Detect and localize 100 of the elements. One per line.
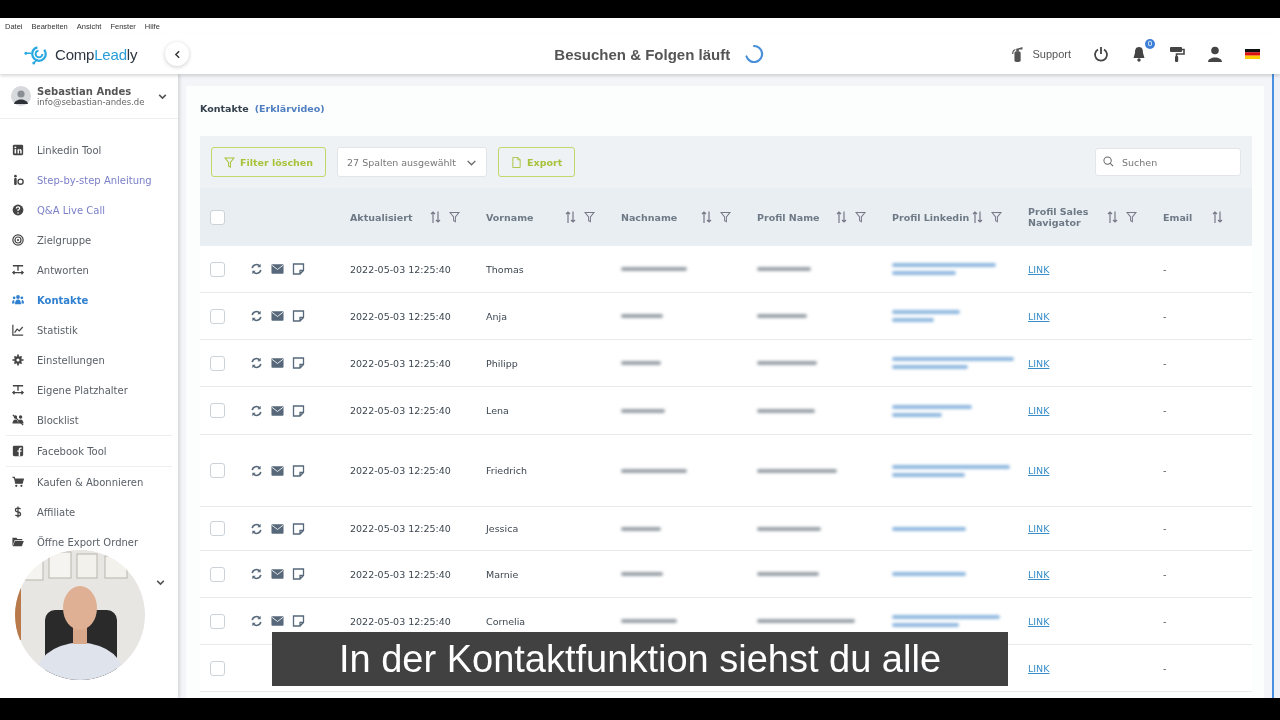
envelope-icon[interactable] [271,615,284,627]
flag-icon[interactable] [1245,49,1260,59]
refresh-icon[interactable] [250,357,263,369]
table-cell: - [1163,310,1167,322]
checkbox[interactable] [210,463,225,478]
table-cell: - [1163,357,1167,369]
refresh-icon[interactable] [250,310,263,322]
user-icon[interactable] [1207,46,1223,62]
sidebar-item[interactable]: Q&A Live Call [0,195,178,225]
columns-dropdown[interactable]: 27 Spalten ausgewählt [337,147,488,177]
envelope-icon[interactable] [271,310,284,322]
refresh-icon[interactable] [250,263,263,275]
sidebar-item[interactable]: Öffne Export Ordner [0,527,178,557]
sidebar-item[interactable]: Einstellungen [0,345,178,375]
link[interactable]: LINK [1028,263,1050,275]
sort-icon[interactable] [836,211,847,223]
avatar [11,86,31,106]
sidebar-item[interactable]: Eigene Platzhalter [0,375,178,405]
note-icon[interactable] [292,522,305,535]
sidebar-item[interactable]: Step-by-step Anleitung [0,165,178,195]
table-cell: Anja [486,310,507,322]
checkbox[interactable] [210,403,225,418]
envelope-icon[interactable] [271,464,284,477]
table-cell: - [1163,615,1167,627]
checkbox[interactable] [210,566,225,582]
link[interactable]: LINK [1028,568,1050,580]
checkbox[interactable] [210,355,225,371]
refresh-icon[interactable] [250,464,263,477]
table-cell: 2022-05-03 12:25:40 [350,263,451,275]
note-icon[interactable] [292,464,305,477]
power-icon[interactable] [1093,46,1109,62]
table-cell: 2022-05-03 12:25:40 [350,523,451,534]
envelope-icon[interactable] [271,568,284,580]
note-icon[interactable] [292,615,305,627]
refresh-icon[interactable] [250,404,263,417]
paint-roller-icon[interactable] [1169,46,1185,62]
status-title: Besuchen & Folgen läuft [554,45,731,63]
filter-icon[interactable] [584,211,595,223]
text-format-icon [12,384,24,396]
checkbox[interactable] [210,308,225,324]
sidebar-item[interactable]: Antworten [0,255,178,285]
refresh-icon[interactable] [250,522,263,535]
sort-icon[interactable] [701,211,712,223]
sort-icon[interactable] [972,211,983,223]
note-icon[interactable] [292,263,305,275]
link[interactable]: LINK [1028,615,1050,627]
refresh-icon[interactable] [250,615,263,627]
link[interactable]: LINK [1028,662,1050,674]
search-field[interactable]: Suchen [1095,148,1241,176]
table-cell: Friedrich [486,465,527,476]
question-icon [12,204,24,216]
logo-text: CompLeadly [55,45,138,63]
filter-icon[interactable] [855,211,866,223]
note-icon[interactable] [292,568,305,580]
envelope-icon[interactable] [271,263,284,275]
refresh-icon[interactable] [250,568,263,580]
table-cell: 2022-05-03 12:25:40 [350,615,451,627]
sidebar-item[interactable]: Blocklist [0,405,178,435]
filter-icon[interactable] [991,211,1002,223]
checkbox[interactable] [210,521,225,536]
note-icon[interactable] [292,310,305,322]
note-icon[interactable] [292,404,305,417]
user-email: info@sebastian-andes.de [37,96,146,107]
link[interactable]: LINK [1028,523,1050,534]
sidebar-item[interactable]: Kaufen & Abonnieren [0,467,178,497]
filter-icon[interactable] [720,211,731,223]
link[interactable]: LINK [1028,405,1050,416]
filter-icon[interactable] [449,211,460,223]
cart-icon [12,476,24,488]
note-icon[interactable] [292,357,305,369]
sidebar-item[interactable]: Linkedin Tool [0,135,178,165]
bell-icon[interactable] [1131,46,1147,62]
sort-icon[interactable] [1107,211,1118,223]
link[interactable]: LINK [1028,357,1050,369]
table-cell: Philipp [486,357,518,369]
link[interactable]: LINK [1028,310,1050,322]
scrollbar[interactable] [1272,74,1280,698]
filter-icon[interactable] [1126,211,1137,223]
settings-icon [12,354,24,366]
support-link[interactable]: Support [1010,46,1071,62]
help-video-link[interactable]: (Erklärvideo) [254,102,325,114]
sidebar-item[interactable]: Kontakte [0,285,178,315]
column-header: Nachname [621,211,678,223]
sidebar-item[interactable]: Zielgruppe [0,225,178,255]
sidebar-item[interactable]: Facebook Tool [0,436,178,466]
link[interactable]: LINK [1028,465,1050,476]
envelope-icon[interactable] [271,522,284,535]
checkbox[interactable] [210,261,225,277]
column-header: Aktualisiert [350,211,413,223]
sidebar-item[interactable]: Statistik [0,315,178,345]
checkbox[interactable] [210,613,225,629]
checkbox[interactable] [210,209,225,225]
sidebar-item[interactable]: Affiliate [0,497,178,527]
envelope-icon[interactable] [271,357,284,369]
sort-icon[interactable] [1212,211,1223,223]
envelope-icon[interactable] [271,404,284,417]
checkbox[interactable] [210,660,225,676]
sort-icon[interactable] [430,211,441,223]
sort-icon[interactable] [565,211,576,223]
collapse-button[interactable] [165,42,189,66]
